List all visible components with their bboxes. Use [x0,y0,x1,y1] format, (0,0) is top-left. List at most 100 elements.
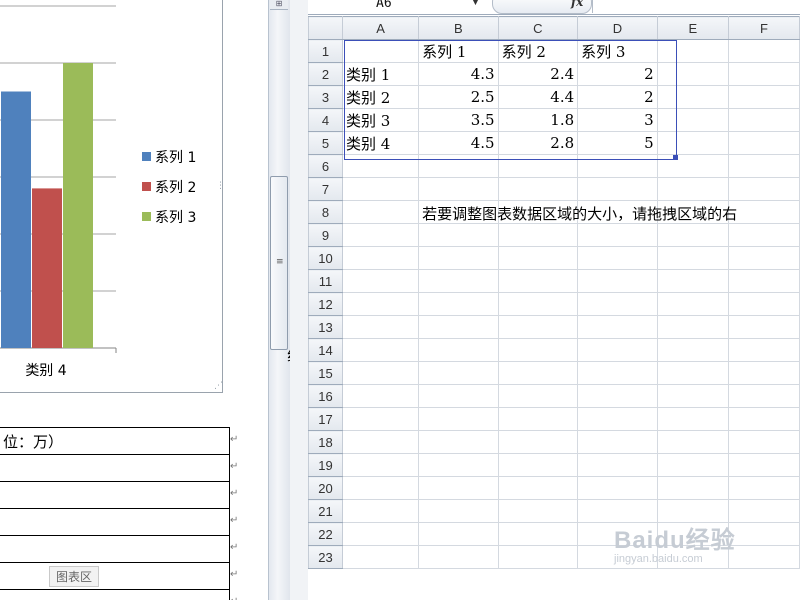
sheet-cell[interactable] [727,108,800,132]
chart-canvas[interactable]: 系列 1 系列 2 系列 3 类别 4 [0,0,220,390]
sheet-cell[interactable] [727,292,800,316]
sheet-cell[interactable]: 4.5 [418,131,499,155]
row-header[interactable]: 14 [308,338,343,362]
row-header[interactable]: 9 [308,223,343,247]
sheet-cell[interactable]: 3.5 [418,108,499,132]
sheet-cell[interactable] [656,338,729,362]
sheet-cell[interactable] [577,177,658,201]
sheet-cell[interactable] [497,315,579,339]
formula-input[interactable] [592,0,800,13]
sheet-cell[interactable] [418,545,499,569]
sheet-cell[interactable] [577,269,658,293]
sheet-cell[interactable] [727,338,800,362]
row-header[interactable]: 12 [308,292,343,316]
sheet-cell[interactable] [727,545,800,569]
sheet-cell[interactable] [577,407,658,431]
row-header[interactable]: 4 [308,108,343,132]
sheet-cell[interactable] [341,200,420,224]
sheet-cell[interactable] [341,269,420,293]
row-header[interactable]: 1 [308,39,343,63]
sheet-cell[interactable] [497,292,579,316]
sheet-cell[interactable]: 类别 2 [341,85,420,109]
sheet-cell[interactable] [497,430,579,454]
sheet-cell[interactable] [497,338,579,362]
sheet-cell[interactable] [727,154,800,178]
document-table-cell[interactable] [0,508,230,536]
row-header[interactable]: 19 [308,453,343,477]
sheet-cell[interactable] [497,545,579,569]
column-header[interactable]: A [341,16,420,40]
sheet-cell[interactable] [656,85,729,109]
sheet-cell[interactable] [727,430,800,454]
name-box[interactable]: A6 [308,0,488,12]
row-header[interactable]: 16 [308,384,343,408]
row-header[interactable]: 6 [308,154,343,178]
sheet-cell[interactable] [727,177,800,201]
column-header[interactable]: B [418,16,499,40]
sheet-cell[interactable] [497,384,579,408]
sheet-cell[interactable] [656,131,729,155]
embedded-chart-frame[interactable]: 系列 1 系列 2 系列 3 类别 4 ⋮ ⋰ [0,0,225,393]
sheet-cell[interactable] [418,522,499,546]
sheet-cell[interactable] [497,223,579,247]
sheet-cell[interactable] [341,361,420,385]
sheet-cell[interactable] [656,315,729,339]
sheet-cell[interactable] [656,361,729,385]
sheet-cell[interactable] [656,154,729,178]
sheet-cell[interactable]: 若要调整图表数据区域的大小，请拖拽区域的右 [418,200,737,224]
sheet-cell[interactable] [656,269,729,293]
sheet-cell[interactable] [418,246,499,270]
sheet-cell[interactable]: 类别 3 [341,108,420,132]
sheet-cell[interactable] [656,108,729,132]
row-header[interactable]: 5 [308,131,343,155]
sheet-cell[interactable] [341,223,420,247]
sheet-cell[interactable]: 系列 3 [577,39,658,63]
sheet-cell[interactable] [727,200,800,224]
sheet-cell[interactable] [341,499,420,523]
sheet-cell[interactable]: 类别 1 [341,62,420,86]
sheet-cell[interactable] [727,223,800,247]
sheet-cell[interactable] [418,223,499,247]
sheet-cell[interactable] [727,62,800,86]
sheet-cell[interactable]: 2.4 [497,62,579,86]
sheet-cell[interactable] [341,246,420,270]
sheet-cell[interactable] [656,476,729,500]
row-header[interactable]: 11 [308,269,343,293]
bar-系列-3-类别-4[interactable] [63,63,93,348]
row-header[interactable]: 21 [308,499,343,523]
sheet-cell[interactable] [577,361,658,385]
sheet-cell[interactable] [656,177,729,201]
column-header[interactable]: D [577,16,658,40]
sheet-cell[interactable] [418,453,499,477]
sheet-cell[interactable] [341,292,420,316]
sheet-cell[interactable]: 3 [577,108,658,132]
sheet-cell[interactable] [727,315,800,339]
sheet-cell[interactable]: 2.5 [418,85,499,109]
sheet-cell[interactable] [727,453,800,477]
sheet-cell[interactable] [418,269,499,293]
sheet-cell[interactable] [418,338,499,362]
range-resize-handle[interactable] [673,155,678,160]
spreadsheet-grid[interactable]: ABCDEF 1 系列 1 系列 2 系列 3 2 类别 1 4.3 2.4 2 3 类别 2 2.5… [308,16,800,569]
sheet-cell[interactable] [341,430,420,454]
sheet-cell[interactable] [577,430,658,454]
sheet-cell[interactable] [341,177,420,201]
sheet-cell[interactable] [418,177,499,201]
sheet-cell[interactable] [497,154,579,178]
sheet-cell[interactable] [577,154,658,178]
sheet-cell[interactable] [497,361,579,385]
document-table-cell[interactable] [0,589,230,600]
sheet-cell[interactable]: 2 [577,85,658,109]
sheet-cell[interactable]: 5 [577,131,658,155]
sheet-cell[interactable] [341,476,420,500]
sheet-cell[interactable] [497,246,579,270]
sheet-cell[interactable] [727,407,800,431]
sheet-cell[interactable] [656,453,729,477]
sheet-cell[interactable] [656,430,729,454]
row-header[interactable]: 22 [308,522,343,546]
row-header[interactable]: 7 [308,177,343,201]
row-header[interactable]: 17 [308,407,343,431]
sheet-cell[interactable]: 4.3 [418,62,499,86]
sheet-cell[interactable] [418,154,499,178]
sheet-cell[interactable]: 2.8 [497,131,579,155]
